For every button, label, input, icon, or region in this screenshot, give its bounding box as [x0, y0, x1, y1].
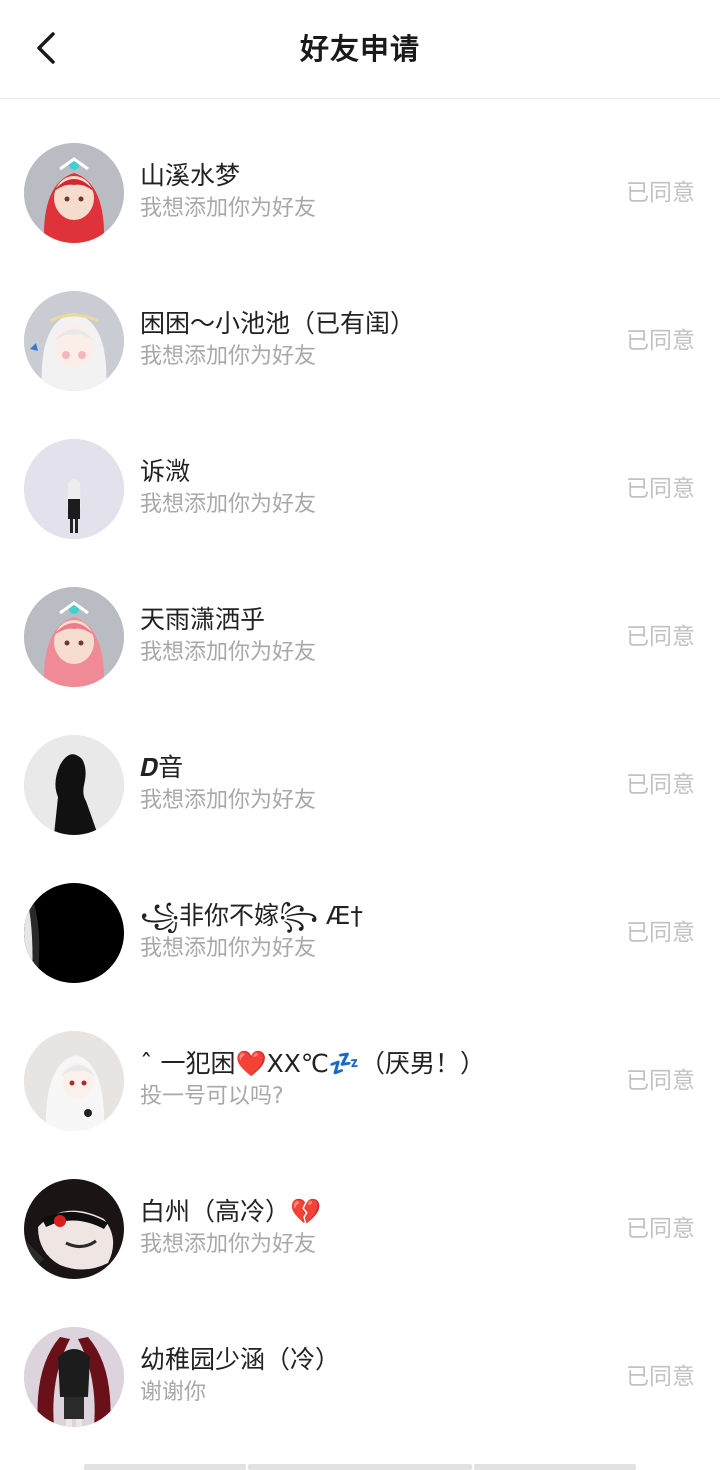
request-row[interactable]: ꧁非你不嫁꧂ Æ† 我想添加你为好友 已同意 — [0, 839, 720, 987]
avatar[interactable] — [24, 883, 124, 983]
request-row[interactable]: 山溪水梦 我想添加你为好友 已同意 — [0, 99, 720, 247]
status-label: 已同意 — [626, 1216, 695, 1242]
status-label: 已同意 — [626, 328, 695, 354]
request-list: 山溪水梦 我想添加你为好友 已同意 困困～小池池（已有闺） 我想添加你为好友 已… — [0, 99, 720, 1431]
requester-name: 天雨潇洒乎 — [140, 605, 266, 634]
request-info: 幼稚园少涵（冷） 谢谢你 — [140, 1343, 590, 1408]
request-row[interactable]: 白州（高冷）💔 我想添加你为好友 已同意 — [0, 1135, 720, 1283]
status-label: 已同意 — [626, 1364, 695, 1390]
status-label: 已同意 — [626, 772, 695, 798]
request-message: 我想添加你为好友 — [140, 936, 317, 961]
request-info: 困困～小池池（已有闺） 我想添加你为好友 — [140, 307, 590, 372]
status-label: 已同意 — [626, 476, 695, 502]
requester-name: 𝑫音 — [140, 753, 184, 782]
status-label: 已同意 — [626, 180, 695, 206]
request-message: 我想添加你为好友 — [140, 344, 317, 369]
request-message: 我想添加你为好友 — [140, 788, 317, 813]
request-message: 我想添加你为好友 — [140, 1232, 317, 1257]
avatar[interactable] — [24, 1327, 124, 1427]
request-message: 谢谢你 — [140, 1380, 207, 1405]
requester-name: ˆ 一犯困❤️XX℃💤（厌男！） — [140, 1049, 486, 1078]
requester-name: ꧁非你不嫁꧂ Æ† — [140, 901, 363, 930]
avatar[interactable] — [24, 291, 124, 391]
request-row[interactable]: 诉溦 我想添加你为好友 已同意 — [0, 395, 720, 543]
request-row[interactable]: ˆ 一犯困❤️XX℃💤（厌男！） 投一号可以吗? 已同意 — [0, 987, 720, 1135]
avatar[interactable] — [24, 143, 124, 243]
avatar[interactable] — [24, 1031, 124, 1131]
requester-name: 白州（高冷）💔 — [140, 1197, 322, 1226]
request-message: 投一号可以吗? — [140, 1084, 284, 1109]
request-info: ˆ 一犯困❤️XX℃💤（厌男！） 投一号可以吗? — [140, 1047, 590, 1112]
request-info: 𝑫音 我想添加你为好友 — [140, 751, 590, 816]
bottom-tab-edge[interactable] — [84, 1464, 246, 1470]
bottom-tab-edge[interactable] — [248, 1464, 472, 1470]
avatar[interactable] — [24, 587, 124, 687]
request-info: 诉溦 我想添加你为好友 — [140, 455, 590, 520]
requester-name: 山溪水梦 — [140, 161, 241, 190]
request-message: 我想添加你为好友 — [140, 492, 317, 517]
request-row[interactable]: 困困～小池池（已有闺） 我想添加你为好友 已同意 — [0, 247, 720, 395]
status-label: 已同意 — [626, 920, 695, 946]
requester-name: 困困～小池池（已有闺） — [140, 309, 416, 338]
request-message: 我想添加你为好友 — [140, 640, 317, 665]
avatar[interactable] — [24, 439, 124, 539]
avatar[interactable] — [24, 735, 124, 835]
request-row[interactable]: 幼稚园少涵（冷） 谢谢你 已同意 — [0, 1283, 720, 1431]
friend-requests-screen: 好友申请 山溪水梦 我想添加你为好友 已同意 困困～小池池（已有闺） 我想添加你… — [0, 0, 720, 1470]
request-info: ꧁非你不嫁꧂ Æ† 我想添加你为好友 — [140, 899, 590, 964]
request-info: 天雨潇洒乎 我想添加你为好友 — [140, 603, 590, 668]
status-label: 已同意 — [626, 1068, 695, 1094]
request-info: 山溪水梦 我想添加你为好友 — [140, 159, 590, 224]
request-info: 白州（高冷）💔 我想添加你为好友 — [140, 1195, 590, 1260]
bottom-nav-edge — [0, 1464, 720, 1470]
request-row[interactable]: 天雨潇洒乎 我想添加你为好友 已同意 — [0, 543, 720, 691]
request-row[interactable]: 𝑫音 我想添加你为好友 已同意 — [0, 691, 720, 839]
top-bar: 好友申请 — [0, 0, 720, 99]
avatar[interactable] — [24, 1179, 124, 1279]
bottom-tab-edge[interactable] — [474, 1464, 636, 1470]
request-message: 我想添加你为好友 — [140, 196, 317, 221]
requester-name: 诉溦 — [140, 457, 191, 486]
requester-name: 幼稚园少涵（冷） — [140, 1345, 341, 1374]
page-title: 好友申请 — [299, 32, 420, 66]
status-label: 已同意 — [626, 624, 695, 650]
